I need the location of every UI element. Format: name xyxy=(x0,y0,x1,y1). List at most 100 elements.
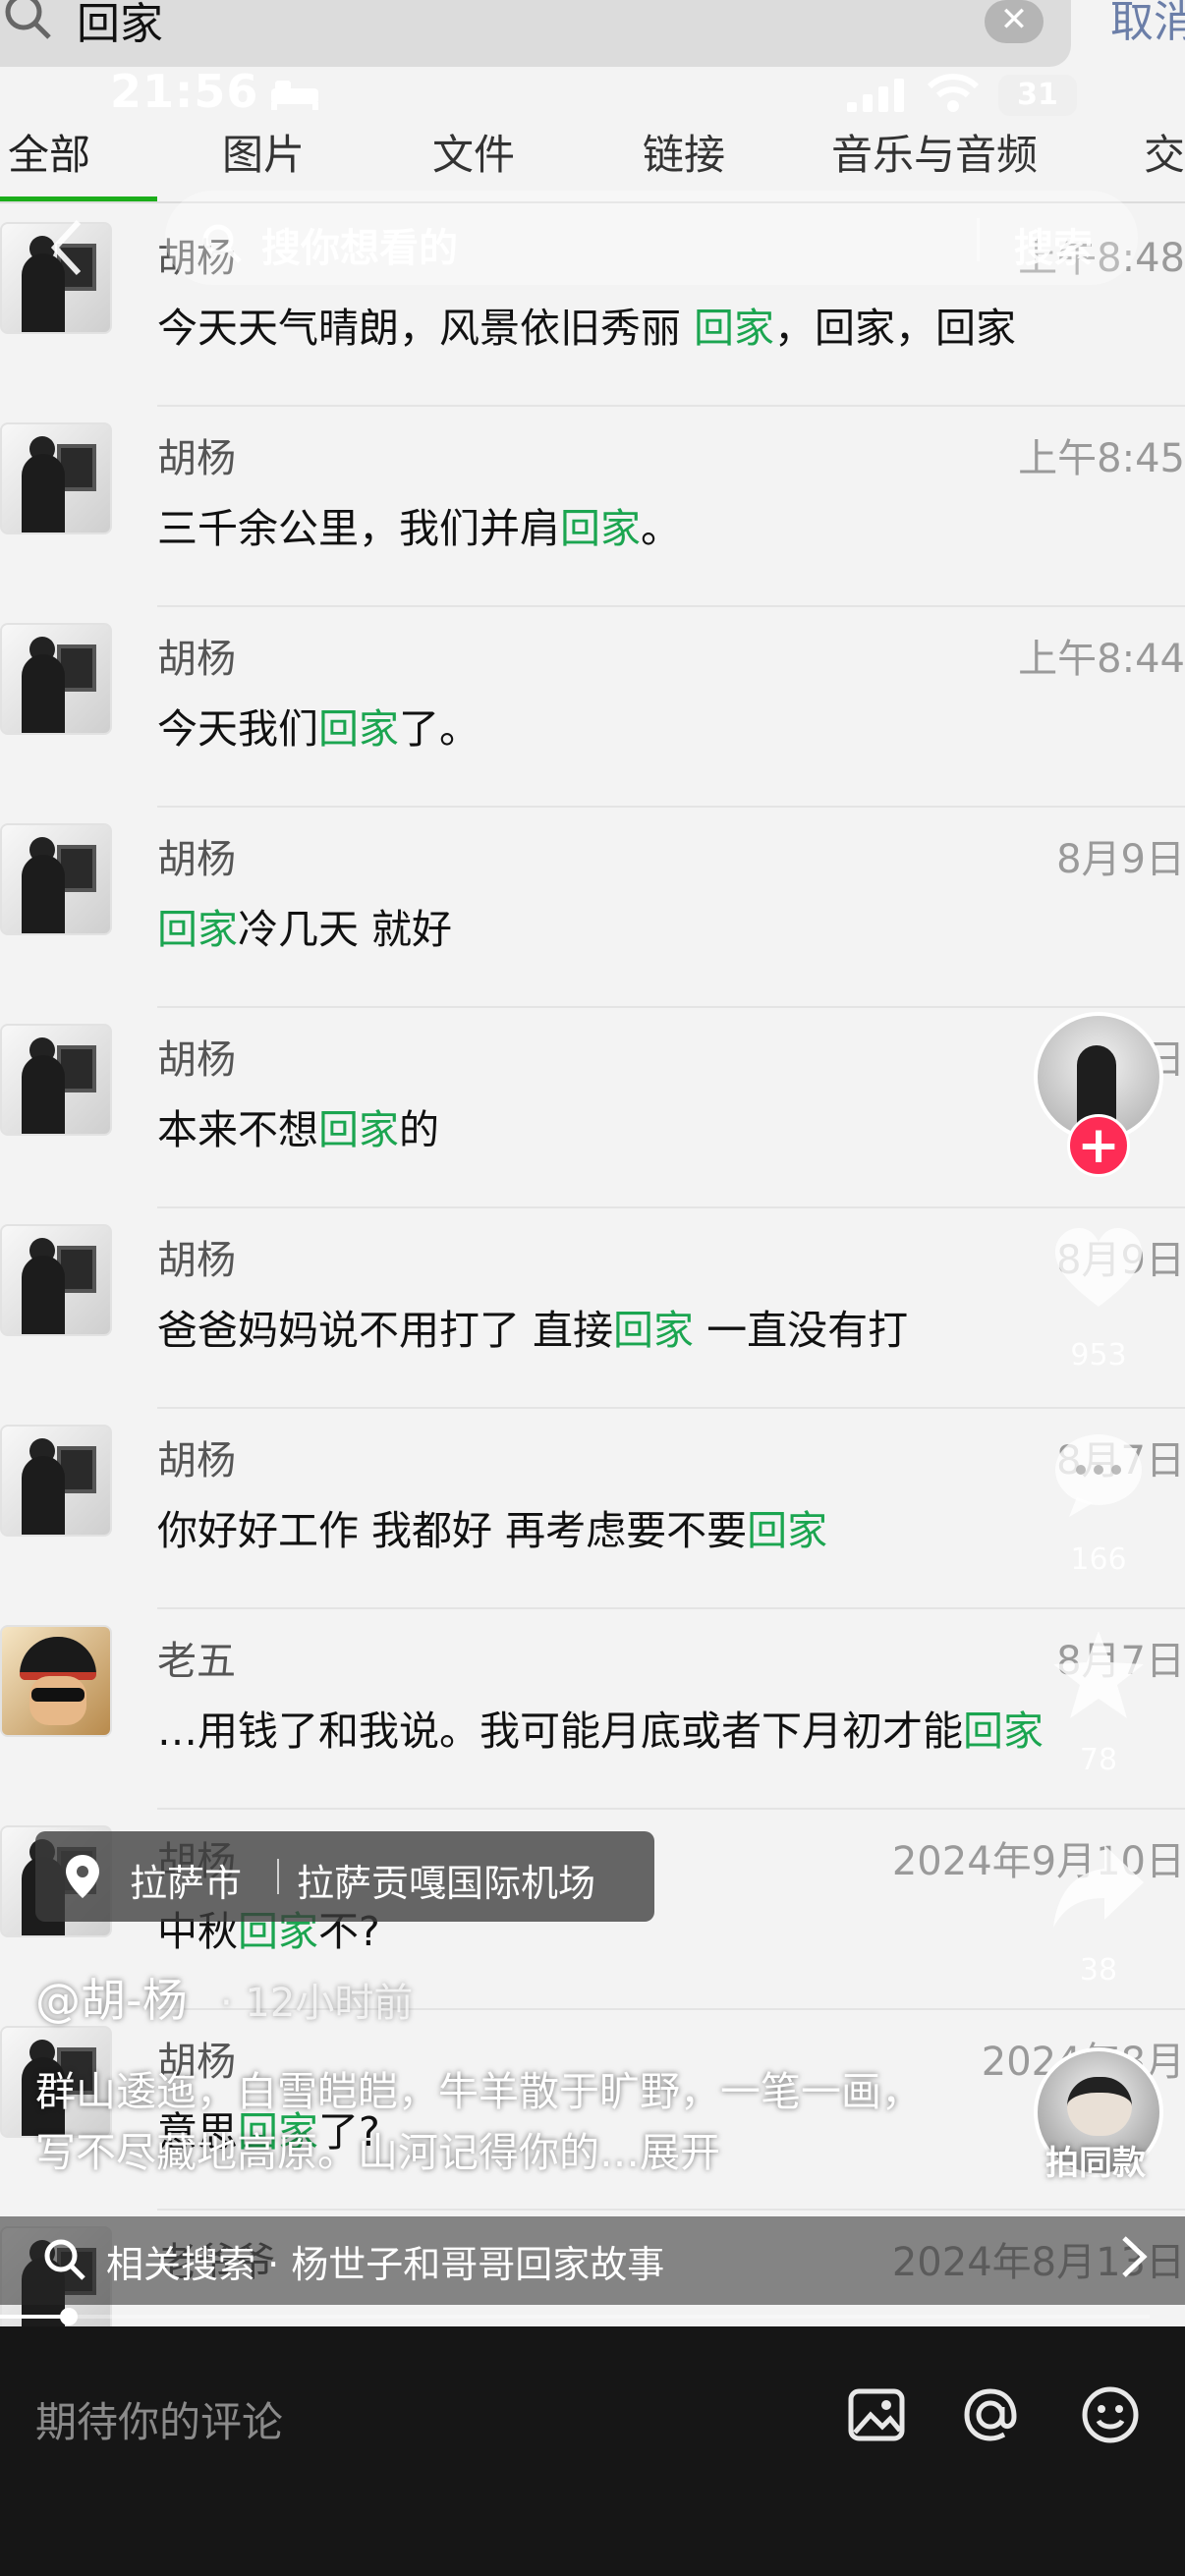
video-progress-fill xyxy=(0,2315,69,2319)
message-text: 今天天气晴朗，风景依旧秀丽 回家，回家，回家 xyxy=(157,295,1016,354)
avatar xyxy=(0,1625,112,1737)
location-city: 拉萨市 xyxy=(130,1862,243,1905)
back-icon[interactable] xyxy=(47,216,86,279)
avatar xyxy=(0,1024,112,1136)
message-text: …用钱了和我说。我可能月底或者下月初才能回家 xyxy=(157,1698,1044,1757)
avatar xyxy=(0,823,112,935)
related-search-text[interactable]: 相关搜索 · 杨世子和哥哥回家故事 xyxy=(106,2234,664,2288)
location-icon xyxy=(66,1855,99,1898)
message-fragment: 本来不想 xyxy=(157,1106,318,1153)
message-text: 回家冷几天 就好 xyxy=(157,896,452,955)
keyword-highlight: 回家 xyxy=(613,1307,695,1354)
tab-active-indicator xyxy=(0,196,157,201)
search-icon xyxy=(202,224,242,263)
clear-icon[interactable]: ✕ xyxy=(985,0,1044,43)
tab-music-audio[interactable]: 音乐与音频 xyxy=(831,122,1038,182)
message-time: 上午8:45 xyxy=(1018,436,1185,481)
comment-icon[interactable] xyxy=(1047,1423,1150,1525)
tab-files[interactable]: 文件 xyxy=(432,122,515,182)
message-sender: 胡杨 xyxy=(157,637,236,682)
comment-input[interactable]: 期待你的评论 xyxy=(35,2389,283,2449)
message-text: 你好好工作 我都好 再考虑要不要回家 xyxy=(157,1497,827,1556)
tab-images[interactable]: 图片 xyxy=(222,122,305,182)
video-search-divider xyxy=(977,218,980,261)
post-caption[interactable]: 群山逶迤，白雪皑皑，牛羊散于旷野，一笔一画，写不尽藏地高原。山河记得你的…展开 xyxy=(35,2061,939,2183)
same-style-label[interactable]: 拍同款 xyxy=(1045,2136,1146,2184)
cancel-button[interactable]: 取消 xyxy=(1110,0,1185,45)
location-place: 拉萨贡嘎国际机场 xyxy=(297,1862,596,1905)
like-count: 953 xyxy=(1070,1338,1127,1372)
keyword-highlight: 回家 xyxy=(963,1708,1044,1755)
message-row[interactable]: 胡杨 上午8:44 今天我们回家了。 xyxy=(0,607,1185,808)
avatar xyxy=(0,1224,112,1336)
message-fragment: ，回家，回家 xyxy=(774,305,1017,352)
search-icon xyxy=(44,2239,85,2280)
keyword-highlight: 回家 xyxy=(157,906,238,953)
comment-bar xyxy=(0,2326,1185,2576)
message-row[interactable]: 胡杨 上午8:45 三千余公里，我们并肩回家。 xyxy=(0,407,1185,607)
wifi-icon xyxy=(927,74,980,112)
author-name[interactable]: @胡-杨 xyxy=(35,1965,188,2030)
message-sender: 胡杨 xyxy=(157,1238,236,1283)
avatar xyxy=(0,623,112,735)
tab-more[interactable]: 交 xyxy=(1144,122,1185,182)
message-sender: 胡杨 xyxy=(157,1037,236,1083)
search-icon xyxy=(5,0,51,39)
message-fragment: 三千余公里，我们并肩 xyxy=(157,505,560,552)
image-icon[interactable] xyxy=(845,2383,908,2446)
message-row[interactable]: 胡杨8月7日你好好工作 我都好 再考虑要不要回家 xyxy=(0,1409,1185,1609)
follow-button[interactable]: + xyxy=(1067,1114,1130,1177)
message-fragment: 今天我们 xyxy=(157,705,318,753)
message-text: 爸爸妈妈说不用打了 直接回家 一直没有打 xyxy=(157,1297,908,1356)
video-search-placeholder[interactable]: 搜你想看的 xyxy=(261,216,458,273)
star-icon[interactable] xyxy=(1047,1625,1150,1727)
keyword-highlight: 回家 xyxy=(694,305,775,352)
keyword-highlight: 回家 xyxy=(318,1106,399,1153)
message-row[interactable]: 胡杨8月9日本来不想回家的 xyxy=(0,1008,1185,1208)
message-fragment: 今天天气晴朗，风景依旧秀丽 xyxy=(157,305,695,352)
heart-icon[interactable] xyxy=(1047,1218,1150,1320)
message-sender: 胡杨 xyxy=(157,837,236,882)
comment-count: 166 xyxy=(1070,1542,1127,1577)
chevron-right-icon[interactable] xyxy=(1116,2232,1152,2281)
message-row[interactable]: 胡杨8月9日爸爸妈妈说不用打了 直接回家 一直没有打 xyxy=(0,1208,1185,1409)
message-fragment: 了。 xyxy=(399,705,480,753)
message-fragment: 一直没有打 xyxy=(694,1307,909,1354)
video-search-button[interactable]: 搜索 xyxy=(1014,216,1093,273)
message-fragment: 你好好工作 我都好 再考虑要不要 xyxy=(157,1507,748,1554)
tab-links[interactable]: 链接 xyxy=(643,122,725,182)
keyword-highlight: 回家 xyxy=(747,1507,828,1554)
message-fragment: 。 xyxy=(641,505,681,552)
message-text: 三千余公里，我们并肩回家。 xyxy=(157,495,681,554)
message-text: 今天我们回家了。 xyxy=(157,696,480,755)
message-row[interactable]: 胡杨 8月9日回家冷几天 就好 xyxy=(0,808,1185,1008)
message-sender: 胡杨 xyxy=(157,436,236,481)
at-icon[interactable] xyxy=(959,2383,1022,2446)
tab-all[interactable]: 全部 xyxy=(8,122,90,182)
emoji-icon[interactable] xyxy=(1079,2383,1142,2446)
avatar xyxy=(0,422,112,534)
signal-icon xyxy=(847,79,904,112)
message-row[interactable]: 老五 8月7日 …用钱了和我说。我可能月底或者下月初才能回家 xyxy=(0,1609,1185,1810)
battery-indicator: 31 xyxy=(998,75,1077,116)
post-time: · 12小时前 xyxy=(220,1981,414,2026)
message-fragment: 的 xyxy=(399,1106,439,1153)
message-fragment: 冷几天 就好 xyxy=(238,906,453,953)
bed-icon xyxy=(271,81,318,110)
share-count: 38 xyxy=(1079,1953,1118,1988)
keyword-highlight: 回家 xyxy=(318,705,399,753)
video-progress-track[interactable] xyxy=(0,2315,1150,2319)
message-fragment: 爸爸妈妈说不用打了 直接 xyxy=(157,1307,614,1354)
keyword-highlight: 回家 xyxy=(560,505,641,552)
status-time: 21:56 xyxy=(110,65,259,118)
search-input[interactable]: 回家 xyxy=(77,0,163,49)
message-fragment: …用钱了和我说。我可能月底或者下月初才能 xyxy=(157,1708,963,1755)
favorite-count: 78 xyxy=(1079,1743,1118,1777)
message-time: 上午8:44 xyxy=(1018,637,1185,682)
message-sender: 老五 xyxy=(157,1639,236,1684)
message-text: 本来不想回家的 xyxy=(157,1096,439,1155)
message-sender: 胡杨 xyxy=(157,1438,236,1484)
share-icon[interactable] xyxy=(1047,1835,1150,1937)
message-time: 8月9日 xyxy=(1056,837,1185,882)
video-progress-knob[interactable] xyxy=(60,2308,78,2325)
